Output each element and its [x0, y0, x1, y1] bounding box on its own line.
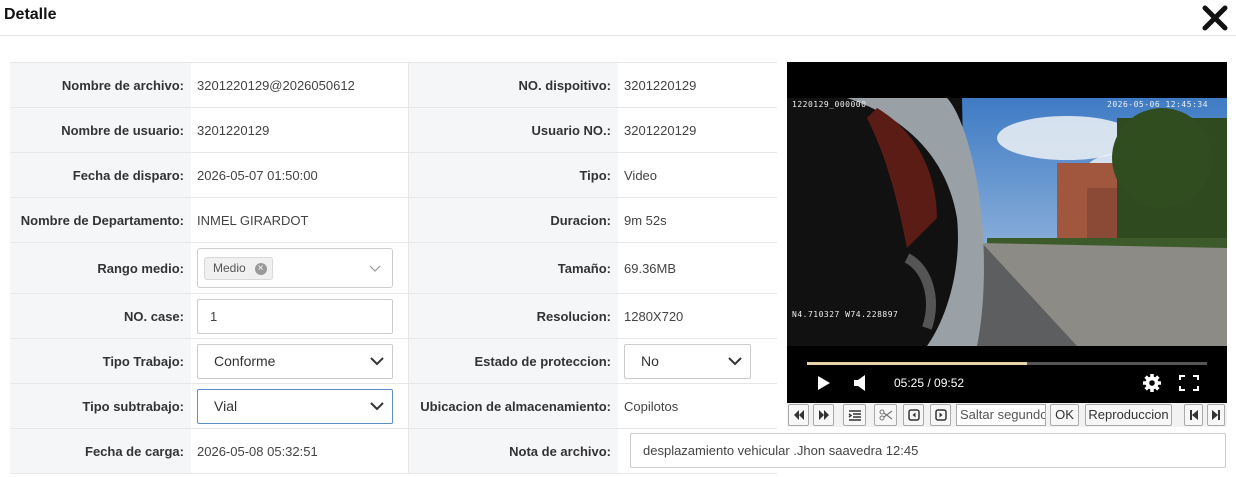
play-icon[interactable] — [817, 375, 831, 391]
skip-start-icon — [1189, 410, 1198, 420]
value-usuario-no: 3201220129 — [624, 122, 697, 138]
label-nota-archivo: Nota de archivo: — [407, 428, 618, 474]
skip-end-icon — [1212, 410, 1220, 420]
chevron-down-icon — [370, 356, 384, 365]
dialog-header: Detalle — [0, 0, 1236, 36]
tipo-trabajo-value: Conforme — [214, 352, 276, 369]
label-duracion: Duracion: — [407, 197, 618, 243]
label-rango-medio: Rango medio: — [10, 242, 191, 294]
seek-seconds-input[interactable]: Saltar segundos — [956, 404, 1046, 426]
skip-end-button[interactable] — [1207, 404, 1225, 426]
player-toolbar: Saltar segundos OK Reproduccion — [787, 403, 1227, 427]
prev-frame-button[interactable] — [903, 404, 924, 426]
label-usuario-no: Usuario NO.: — [407, 107, 618, 153]
label-fecha-carga: Fecha de carga: — [10, 428, 191, 474]
remove-tag-icon[interactable]: × — [254, 263, 267, 275]
value-fecha-disparo: 2026-05-07 01:50:00 — [197, 167, 318, 183]
label-departamento: Nombre de Departamento: — [10, 197, 191, 243]
label-fecha-disparo: Fecha de disparo: — [10, 152, 191, 198]
label-tipo-subtrabajo: Tipo subtrabajo: — [10, 383, 191, 429]
progress-bar[interactable] — [807, 362, 1207, 365]
video-frame[interactable]: 1220129_000000 2026-05-06 12:45:34 N4.71… — [787, 98, 1227, 346]
value-ubicacion: Copilotos — [624, 398, 679, 414]
label-ubicacion: Ubicacion de almacenamiento: — [407, 383, 618, 429]
value-nombre-archivo: 3201220129@2026050612 — [197, 77, 355, 93]
estado-proteccion-select[interactable]: No — [624, 343, 751, 379]
fast-forward-icon — [818, 410, 829, 420]
progress-fill — [807, 362, 1027, 365]
cut-button[interactable] — [874, 404, 897, 426]
nota-archivo-input[interactable]: desplazamiento vehicular .Jhon saavedra … — [630, 433, 1226, 468]
label-tipo: Tipo: — [407, 152, 618, 198]
video-scene — [787, 98, 1227, 346]
rango-medio-tag: Medio × — [204, 257, 273, 280]
tipo-subtrabajo-value: Vial — [214, 397, 238, 414]
detail-table: Nombre de archivo: 3201220129@2026050612… — [10, 62, 777, 474]
no-case-input[interactable]: 1 — [197, 298, 393, 334]
list-icon — [848, 410, 861, 421]
prev-frame-icon — [907, 409, 920, 421]
playback-button[interactable]: Reproduccion — [1085, 404, 1172, 426]
close-icon[interactable] — [1202, 4, 1228, 32]
chevron-down-icon — [370, 401, 384, 410]
overlay-id: 1220129_000000 — [792, 100, 867, 109]
chevron-down-icon — [728, 356, 742, 365]
value-dispositivo: 3201220129 — [624, 77, 697, 93]
label-resolucion: Resolucion: — [407, 293, 618, 339]
chevron-down-icon — [369, 265, 381, 272]
tipo-trabajo-select[interactable]: Conforme — [197, 343, 393, 379]
label-nombre-usuario: Nombre de usuario: — [10, 107, 191, 153]
label-tipo-trabajo: Tipo Trabajo: — [10, 338, 191, 384]
skip-start-button[interactable] — [1184, 404, 1203, 426]
overlay-datetime: 2026-05-06 12:45:34 — [1107, 100, 1209, 109]
volume-icon[interactable] — [853, 375, 867, 391]
label-tamano: Tamaño: — [407, 242, 618, 294]
fullscreen-icon[interactable] — [1179, 375, 1199, 391]
rango-medio-select[interactable]: Medio × — [197, 248, 393, 288]
next-frame-icon — [934, 409, 947, 421]
rango-medio-tag-label: Medio — [213, 261, 246, 275]
rewind-icon — [793, 410, 804, 420]
label-no-case: NO. case: — [10, 293, 191, 339]
value-nombre-usuario: 3201220129 — [197, 122, 270, 138]
video-player[interactable]: 1220129_000000 2026-05-06 12:45:34 N4.71… — [787, 62, 1227, 403]
value-tipo: Video — [624, 167, 658, 183]
value-tamano: 69.36MB — [624, 260, 677, 276]
estado-proteccion-value: No — [641, 352, 659, 369]
overlay-coords: N4.710327 W74.228897 — [792, 310, 899, 319]
gear-icon[interactable] — [1142, 373, 1162, 393]
tipo-subtrabajo-select[interactable]: Vial — [197, 388, 393, 424]
label-estado-proteccion: Estado de proteccion: — [407, 338, 618, 384]
rewind-button[interactable] — [788, 404, 809, 426]
value-departamento: INMEL GIRARDOT — [197, 212, 309, 228]
label-nombre-archivo: Nombre de archivo: — [10, 62, 191, 108]
value-fecha-carga: 2026-05-08 05:32:51 — [197, 443, 318, 459]
playlist-button[interactable] — [843, 404, 866, 426]
dialog-title: Detalle — [4, 6, 57, 23]
value-resolucion: 1280X720 — [624, 308, 684, 324]
fast-forward-button[interactable] — [813, 404, 834, 426]
ok-button[interactable]: OK — [1050, 404, 1079, 426]
time-display: 05:25 / 09:52 — [894, 376, 965, 390]
next-frame-button[interactable] — [930, 404, 951, 426]
label-dispositivo: NO. dispoitivo: — [407, 62, 618, 108]
scissors-icon — [879, 409, 892, 421]
value-duracion: 9m 52s — [624, 212, 667, 228]
